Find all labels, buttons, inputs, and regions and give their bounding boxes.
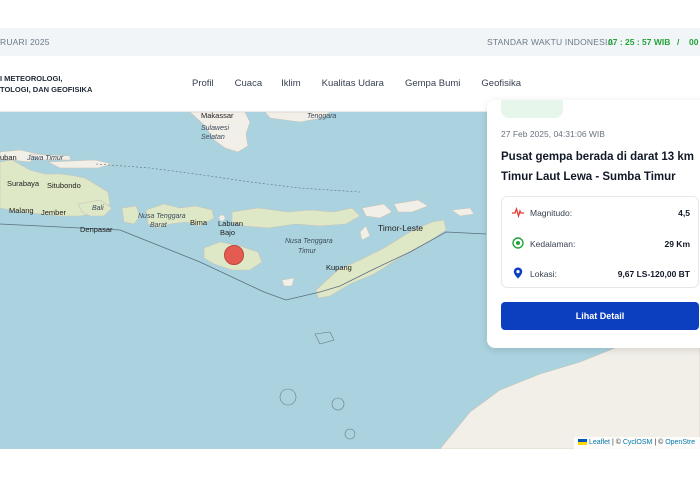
location-value: 9,67 LS-120,00 BT (617, 269, 690, 279)
map-label-jawa-timur: Jawa Timur (27, 155, 64, 162)
map-label-uban: uban (0, 153, 17, 162)
depth-value: 29 Km (664, 239, 690, 249)
current-date: RUARI 2025 (0, 37, 50, 47)
card-status-badge (501, 100, 563, 118)
magnitude-value: 4,5 (678, 208, 690, 218)
map-label-labuan-1: Labuan (218, 219, 244, 228)
map-attribution: Leaflet | © CyclOSM | © OpenStre (574, 437, 700, 449)
epicenter-marker[interactable] (224, 245, 244, 265)
top-info-bar: RUARI 2025 STANDAR WAKTU INDONESIA 07 : … (0, 28, 700, 56)
magnitude-label: Magnitudo: (530, 208, 573, 218)
depth-label: Kedalaman: (530, 239, 576, 249)
location-label: Lokasi: (530, 269, 557, 279)
nav-kualitas-udara[interactable]: Kualitas Udara (322, 78, 384, 89)
detail-row-depth: Kedalaman: 29 Km (502, 228, 700, 258)
map-label-jember: Jember (41, 208, 67, 217)
map-label-situbondo: Situbondo (47, 181, 81, 190)
clock-wib: 07 : 25 : 57 WIB (608, 37, 671, 47)
page: RUARI 2025 STANDAR WAKTU INDONESIA 07 : … (0, 0, 700, 500)
map-label-timor-leste: Timor-Leste (378, 223, 424, 233)
map-label-kupang: Kupang (326, 263, 352, 272)
map-label-sulawesi-2: Selatan (201, 134, 225, 141)
leaflet-link[interactable]: Leaflet (589, 439, 610, 446)
brand-name[interactable]: I METEOROLOGI, TOLOGI, DAN GEOFISIKA (0, 73, 92, 95)
time-separator: / (677, 37, 680, 47)
map-label-makassar: Makassar (201, 112, 234, 120)
nav-geofisika[interactable]: Geofisika (481, 78, 521, 89)
map-label-ntb-2: Barat (150, 222, 167, 229)
clock-next: 00 (689, 37, 699, 47)
nav-iklim[interactable]: Iklim (281, 78, 301, 89)
attribution-sep-2: | © (654, 439, 664, 446)
map-label-bima: Bima (190, 218, 208, 227)
map-label-ntt-1: Nusa Tenggara (285, 238, 333, 245)
earthquake-info-card: 27 Feb 2025, 04:31:06 WIB Pusat gempa be… (487, 100, 700, 348)
main-nav: Profil Cuaca Iklim Kualitas Udara Gempa … (192, 78, 521, 89)
location-pin-icon (513, 267, 523, 279)
map-label-ntb-1: Nusa Tenggara (138, 213, 186, 220)
map-label-tenggara: Tenggara (307, 113, 337, 120)
map-label-sulawesi-1: Sulawesi (201, 125, 230, 132)
map-label-malang: Malang (9, 206, 34, 215)
view-detail-button[interactable]: Lihat Detail (501, 302, 699, 330)
attribution-sep-1: | © (611, 439, 621, 446)
event-datetime: 27 Feb 2025, 04:31:06 WIB (501, 129, 605, 139)
nav-gempa-bumi[interactable]: Gempa Bumi (405, 78, 460, 89)
leaflet-flag-icon (578, 439, 587, 446)
map-label-ntt-2: Timur (298, 248, 316, 255)
brand-line-2: TOLOGI, DAN GEOFISIKA (0, 85, 93, 94)
pulse-icon (512, 206, 524, 218)
openstreetmap-link[interactable]: OpenStre (665, 439, 695, 446)
nav-cuaca[interactable]: Cuaca (235, 78, 262, 89)
event-title: Pusat gempa berada di darat 13 km Timur … (501, 151, 695, 183)
brand-line-1: I METEOROLOGI, (0, 74, 63, 83)
detail-row-location: Lokasi: 9,67 LS-120,00 BT (502, 258, 700, 288)
standard-time-label: STANDAR WAKTU INDONESIA (487, 37, 614, 47)
depth-target-icon (512, 237, 524, 249)
map-label-denpasar: Denpasar (80, 225, 113, 234)
detail-row-magnitude: Magnitudo: 4,5 (502, 197, 700, 227)
event-details-list: Magnitudo: 4,5 Kedalaman: 29 Km Lokasi: … (501, 196, 699, 288)
cyclosm-link[interactable]: CyclOSM (623, 439, 653, 446)
nav-profil[interactable]: Profil (192, 78, 214, 89)
map-label-surabaya: Surabaya (7, 179, 40, 188)
map-label-labuan-2: Bajo (220, 228, 236, 237)
map-label-bali: Bali (92, 205, 104, 212)
